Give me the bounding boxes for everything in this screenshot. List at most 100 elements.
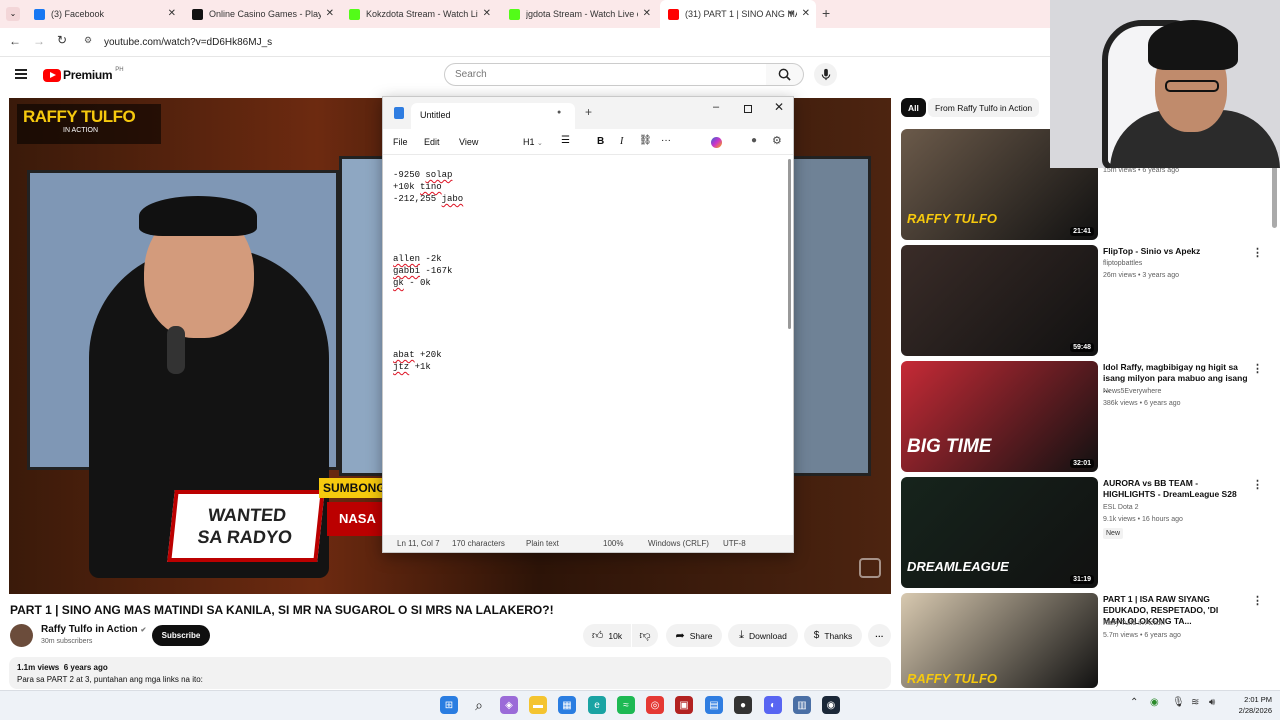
address-bar[interactable]: youtube.com/watch?v=dD6Hk86MJ_s xyxy=(104,37,272,48)
chip-from-channel[interactable]: From Raffy Tulfo in Action xyxy=(928,98,1040,117)
related-thumbnail[interactable]: 59:48 xyxy=(901,245,1098,356)
notepad-titlebar[interactable]: Untitled ● + – ✕ xyxy=(383,97,793,129)
link-icon[interactable]: ⛓ xyxy=(639,135,652,146)
minimize-icon[interactable]: – xyxy=(713,101,719,113)
new-tab-icon[interactable]: + xyxy=(585,105,592,119)
tab-close-icon[interactable]: ✕ xyxy=(326,8,334,19)
notepad-icon[interactable]: ▤ xyxy=(705,696,723,714)
wifi-icon[interactable]: ≋ xyxy=(1191,697,1199,708)
related-thumbnail[interactable]: DREAMLEAGUE 31:19 xyxy=(901,477,1098,588)
more-actions-button[interactable]: ··· xyxy=(868,624,891,647)
windows-start-icon[interactable]: ⊞ xyxy=(440,696,458,714)
thanks-button[interactable]: $ Thanks xyxy=(804,624,862,647)
more-options-icon[interactable]: ⋮ xyxy=(1252,478,1263,491)
maximize-icon[interactable] xyxy=(744,105,752,113)
discord-icon[interactable]: ◐ xyxy=(764,696,782,714)
site-info-icon[interactable]: ⚙ xyxy=(84,35,92,46)
search-input[interactable]: Search xyxy=(444,63,767,86)
file-explorer-icon[interactable]: ▬ xyxy=(529,696,547,714)
copilot-icon[interactable] xyxy=(711,137,722,148)
tab-close-icon[interactable]: ✕ xyxy=(643,8,651,19)
sidebar-scrollbar[interactable] xyxy=(1272,160,1277,228)
heading-dropdown[interactable]: H1 ⌄ xyxy=(523,137,543,147)
browser-tab[interactable]: Online Casino Games - Play Fre ✕ xyxy=(184,0,340,28)
video-duration: 32:01 xyxy=(1070,459,1094,468)
italic-icon[interactable]: I xyxy=(620,136,623,147)
browser-tab[interactable]: jgdota Stream - Watch Live on ✕ xyxy=(501,0,657,28)
browser-tab[interactable]: Kokzdota Stream - Watch Live o ✕ xyxy=(341,0,497,28)
notepad-text-area[interactable]: -9250 solap +10k tino -212,255 jabo allen -… xyxy=(393,169,773,529)
chrome-icon[interactable]: ◎ xyxy=(646,696,664,714)
related-thumbnail[interactable]: RAFFY TULFO xyxy=(901,593,1098,688)
menu-edit[interactable]: Edit xyxy=(424,137,440,147)
related-thumbnail[interactable]: BIG TIME 32:01 xyxy=(901,361,1098,472)
unsaved-dot-icon[interactable]: ● xyxy=(557,109,561,116)
app-icon[interactable]: ▣ xyxy=(675,696,693,714)
notepad-scrollbar[interactable] xyxy=(788,159,791,329)
related-title[interactable]: FlipTop - Sinio vs Apekz xyxy=(1103,246,1248,257)
status-zoom[interactable]: 100% xyxy=(603,539,623,548)
channel-avatar[interactable] xyxy=(10,624,33,647)
like-button[interactable]: 👍︎ 10k xyxy=(583,624,631,647)
reload-icon[interactable]: ↻ xyxy=(57,33,67,47)
show-logo: RAFFY TULFO IN ACTION xyxy=(17,104,161,144)
more-options-icon[interactable]: ⋮ xyxy=(1252,246,1263,259)
profile-icon[interactable]: ● xyxy=(751,135,757,146)
bold-icon[interactable]: B xyxy=(597,136,604,147)
browser-tab[interactable]: (31) PART 1 | SINO ANG MA 🔊︎ ✕ xyxy=(660,0,816,28)
chip-all[interactable]: All xyxy=(901,98,926,117)
store-icon[interactable]: ▦ xyxy=(558,696,576,714)
voice-search-button[interactable] xyxy=(814,63,837,86)
search-button[interactable] xyxy=(766,63,804,86)
list-icon[interactable]: ☰ xyxy=(561,135,570,146)
copilot-icon[interactable]: ◈ xyxy=(500,696,518,714)
tab-close-icon[interactable]: ✕ xyxy=(483,8,491,19)
tray-app-icon[interactable]: ◉ xyxy=(1150,697,1159,708)
search-icon[interactable]: ⌕ xyxy=(470,696,488,714)
download-button[interactable]: ⤓ Download xyxy=(728,624,798,647)
show-logo-bottom: IN ACTION xyxy=(63,127,99,134)
share-icon: ➦ xyxy=(675,630,685,642)
share-button[interactable]: ➦ Share xyxy=(666,624,722,647)
forward-icon[interactable]: → xyxy=(33,34,45,48)
settings-gear-icon[interactable]: ⚙ xyxy=(772,134,782,147)
browser-tab[interactable]: (3) Facebook ✕ xyxy=(26,0,182,28)
tab-close-icon[interactable]: ✕ xyxy=(168,8,176,19)
tab-close-icon[interactable]: ✕ xyxy=(802,8,810,19)
volume-icon[interactable]: 🔊︎ xyxy=(1209,697,1215,708)
more-options-icon[interactable]: ⋮ xyxy=(1252,362,1263,375)
explorer-app-icon[interactable]: ▥ xyxy=(793,696,811,714)
tab-list-dropdown-icon[interactable]: ⌄ xyxy=(6,7,20,21)
menu-file[interactable]: File xyxy=(393,137,408,147)
browser-tab-title: jgdota Stream - Watch Live on xyxy=(526,9,638,19)
edge-icon[interactable]: e xyxy=(588,696,606,714)
related-channel[interactable]: Raffy Tulfo in Action xyxy=(1103,618,1165,629)
related-channel[interactable]: News5Everywhere xyxy=(1103,386,1161,397)
more-options-icon[interactable]: ⋮ xyxy=(1252,594,1263,607)
notepad-window[interactable]: Untitled ● + – ✕ File Edit View H1 ⌄ ☰ B… xyxy=(382,96,794,553)
tab-audio-icon[interactable]: 🔊︎ xyxy=(789,8,794,18)
tray-chevron-icon[interactable]: ⌃ xyxy=(1130,697,1138,708)
close-icon[interactable]: ✕ xyxy=(774,100,784,114)
clock[interactable]: 2:01 PM 2/28/2026 xyxy=(1226,694,1272,716)
menu-view[interactable]: View xyxy=(459,137,478,147)
related-channel[interactable]: ESL Dota 2 xyxy=(1103,502,1139,513)
related-title[interactable]: AURORA vs BB TEAM - HIGHLIGHTS - DreamLe… xyxy=(1103,478,1248,500)
notepad-line: allen -2k xyxy=(393,253,773,265)
dislike-button[interactable]: 👎︎ xyxy=(632,624,658,647)
hamburger-menu-icon[interactable] xyxy=(15,69,27,79)
browser-tab-title: Kokzdota Stream - Watch Live o xyxy=(366,9,478,19)
new-tab-button[interactable]: + xyxy=(822,5,830,21)
back-icon[interactable]: ← xyxy=(9,34,21,48)
related-channel[interactable]: fliptopbattles xyxy=(1103,258,1142,269)
subscribe-button[interactable]: Subscribe xyxy=(152,625,210,646)
description-box[interactable]: 1.1m views 6 years ago Para sa PART 2 at… xyxy=(9,657,891,689)
steam-icon[interactable]: ◉ xyxy=(822,696,840,714)
notepad-tab[interactable]: Untitled ● xyxy=(411,103,575,129)
spotify-icon[interactable]: ≈ xyxy=(617,696,635,714)
youtube-logo[interactable]: Premium PH xyxy=(43,67,124,82)
obs-icon[interactable]: ● xyxy=(734,696,752,714)
channel-name[interactable]: Raffy Tulfo in Action ✔ xyxy=(41,624,146,635)
tray-mic-icon[interactable]: 🎙︎ xyxy=(1172,697,1185,708)
more-icon[interactable]: ··· xyxy=(661,135,671,146)
